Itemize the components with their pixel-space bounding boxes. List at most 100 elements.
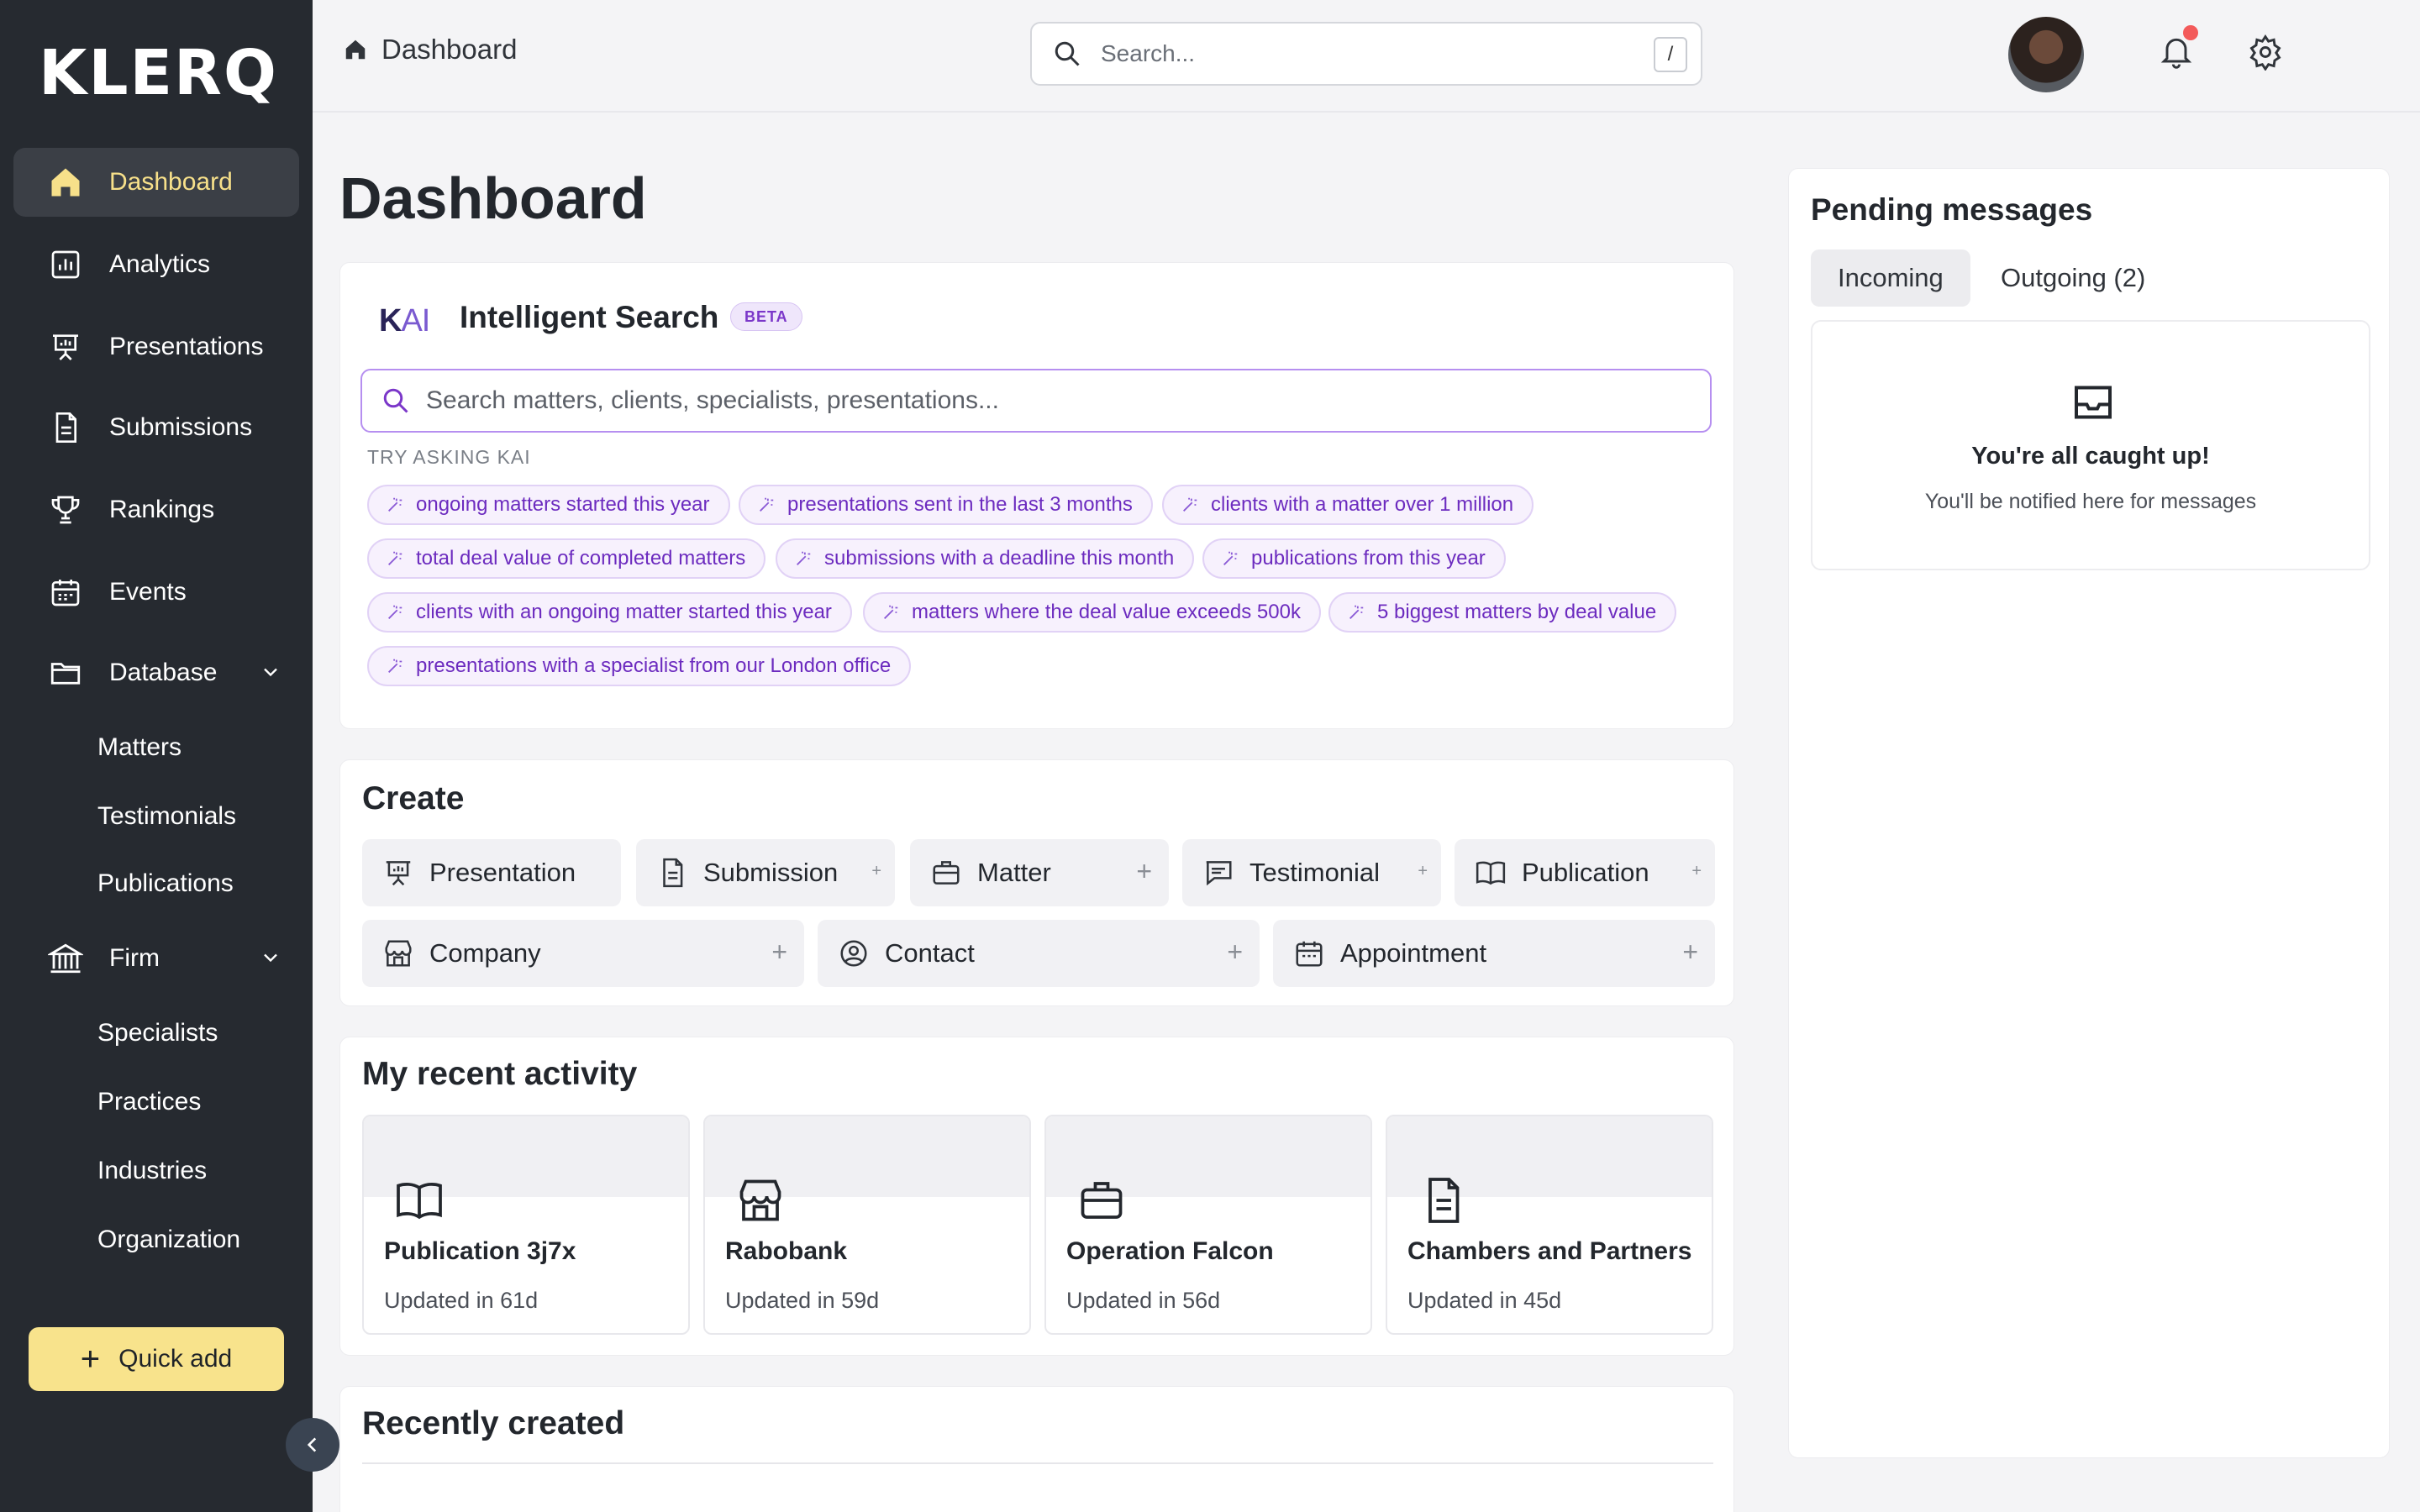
suggestion-chip[interactable]: publications from this year: [1202, 538, 1506, 579]
quick-add-button[interactable]: + Quick add: [29, 1327, 284, 1391]
recent-activity-card: My recent activity Publication 3j7x Upda…: [339, 1037, 1734, 1356]
activity-name: Operation Falcon: [1066, 1237, 1274, 1265]
sidebar-subitem-organization[interactable]: Organization: [97, 1215, 240, 1265]
store-icon: [382, 937, 414, 969]
activity-card[interactable]: Chambers and Partners Updated in 45d: [1386, 1115, 1713, 1335]
sidebar-subitem-matters[interactable]: Matters: [97, 722, 182, 773]
home-icon: [47, 164, 84, 201]
suggestion-chip[interactable]: total deal value of completed matters: [367, 538, 766, 579]
search-placeholder: Search...: [1101, 40, 1196, 66]
sidebar-subitem-practices[interactable]: Practices: [97, 1077, 201, 1127]
book-icon: [1475, 857, 1507, 889]
create-contact-button[interactable]: Contact +: [818, 920, 1260, 987]
suggestion-chip[interactable]: submissions with a deadline this month: [776, 538, 1195, 579]
try-asking-label: TRY ASKING KAI: [367, 446, 531, 468]
suggestion-chip[interactable]: clients with a matter over 1 million: [1162, 485, 1534, 525]
create-testimonial-button[interactable]: Testimonial +: [1182, 839, 1441, 906]
analytics-icon: [47, 246, 84, 283]
plus-icon: +: [1682, 937, 1698, 967]
divider: [362, 1462, 1713, 1464]
settings-button[interactable]: [2247, 34, 2284, 71]
calendar-icon: [1293, 937, 1325, 969]
tab-outgoing[interactable]: Outgoing (2): [1974, 249, 2172, 307]
search-icon: [381, 386, 411, 416]
magic-wand-icon: [794, 549, 813, 568]
collapse-sidebar-button[interactable]: [286, 1418, 339, 1472]
sidebar-item-events[interactable]: Events: [13, 558, 299, 627]
folder-icon: [47, 654, 84, 691]
pending-messages-title: Pending messages: [1811, 192, 2093, 227]
notification-dot: [2183, 25, 2198, 40]
beta-badge: BETA: [730, 302, 802, 331]
sidebar-item-database[interactable]: Database: [13, 638, 299, 707]
recent-activity-title: My recent activity: [362, 1056, 638, 1092]
activity-card[interactable]: Publication 3j7x Updated in 61d: [362, 1115, 690, 1335]
breadcrumb-current[interactable]: Dashboard: [381, 34, 517, 66]
suggestion-text: ongoing matters started this year: [416, 493, 710, 516]
create-button-label: Testimonial: [1249, 858, 1381, 887]
plus-icon: +: [80, 1341, 101, 1378]
suggestion-chip[interactable]: presentations with a specialist from our…: [367, 646, 912, 686]
breadcrumb: Dashboard: [343, 34, 517, 66]
keyboard-shortcut-badge: /: [1654, 37, 1687, 72]
create-company-button[interactable]: Company +: [362, 920, 804, 987]
plus-icon: +: [871, 862, 881, 880]
plus-icon: +: [1418, 862, 1428, 880]
recently-created-title: Recently created: [362, 1405, 625, 1441]
inbox-icon: [2068, 377, 2118, 428]
sidebar: KLERQ Dashboard Analytics Presentations …: [0, 0, 313, 1512]
sidebar-item-analytics[interactable]: Analytics: [13, 230, 299, 299]
create-publication-button[interactable]: Publication +: [1455, 839, 1715, 906]
activity-card[interactable]: Rabobank Updated in 59d: [703, 1115, 1031, 1335]
presentation-icon: [382, 857, 414, 889]
trophy-icon: [47, 491, 84, 528]
page-title: Dashboard: [339, 165, 647, 231]
magic-wand-icon: [1221, 549, 1239, 568]
create-presentation-button[interactable]: Presentation: [362, 839, 621, 906]
magic-wand-icon: [1347, 603, 1365, 622]
sidebar-subitem-industries[interactable]: Industries: [97, 1146, 207, 1196]
tab-incoming[interactable]: Incoming: [1811, 249, 1970, 307]
sidebar-subitem-specialists[interactable]: Specialists: [97, 1008, 218, 1058]
activity-name: Publication 3j7x: [384, 1237, 576, 1265]
create-submission-button[interactable]: Submission +: [636, 839, 895, 906]
suggestion-chip[interactable]: ongoing matters started this year: [367, 485, 730, 525]
suggestion-text: clients with an ongoing matter started t…: [416, 601, 832, 623]
chevron-down-icon[interactable]: [259, 946, 282, 969]
suggestion-text: 5 biggest matters by deal value: [1377, 601, 1657, 623]
empty-state-title: You're all caught up!: [1971, 443, 2210, 470]
quick-add-label: Quick add: [118, 1345, 233, 1373]
sidebar-item-presentations[interactable]: Presentations: [13, 312, 299, 381]
create-appointment-button[interactable]: Appointment +: [1273, 920, 1715, 987]
suggestion-chip[interactable]: matters where the deal value exceeds 500…: [863, 592, 1321, 633]
briefcase-icon: [930, 857, 962, 889]
sidebar-subitem-testimonials[interactable]: Testimonials: [97, 791, 236, 842]
chevron-down-icon[interactable]: [259, 660, 282, 684]
user-avatar[interactable]: [2008, 17, 2084, 92]
kai-search-placeholder: Search matters, clients, specialists, pr…: [426, 386, 999, 414]
empty-state-text: You'll be notified here for messages: [1924, 490, 2257, 513]
notifications-button[interactable]: [2158, 25, 2198, 71]
sidebar-item-rankings[interactable]: Rankings: [13, 475, 299, 544]
suggestion-chip[interactable]: presentations sent in the last 3 months: [739, 485, 1153, 525]
chevron-left-icon: [302, 1434, 324, 1456]
app-logo[interactable]: KLERQ: [39, 37, 278, 109]
suggestion-chip[interactable]: 5 biggest matters by deal value: [1328, 592, 1677, 633]
create-matter-button[interactable]: Matter +: [910, 839, 1169, 906]
activity-updated: Updated in 45d: [1407, 1288, 1562, 1313]
global-search-input[interactable]: Search... /: [1030, 22, 1702, 86]
suggestion-text: total deal value of completed matters: [416, 547, 746, 570]
sidebar-item-dashboard[interactable]: Dashboard: [13, 148, 299, 217]
activity-card[interactable]: Operation Falcon Updated in 56d: [1044, 1115, 1372, 1335]
sidebar-item-firm[interactable]: Firm: [13, 924, 299, 993]
recently-created-card: Recently created: [339, 1386, 1734, 1512]
sidebar-item-label: Firm: [109, 944, 160, 972]
suggestion-text: submissions with a deadline this month: [824, 547, 1175, 570]
sidebar-item-label: Events: [109, 578, 187, 606]
sidebar-item-submissions[interactable]: Submissions: [13, 393, 299, 462]
create-button-label: Appointment: [1340, 938, 1487, 968]
sidebar-subitem-publications[interactable]: Publications: [97, 858, 234, 909]
document-icon: [47, 409, 84, 446]
suggestion-chip[interactable]: clients with an ongoing matter started t…: [367, 592, 852, 633]
kai-search-input[interactable]: Search matters, clients, specialists, pr…: [360, 369, 1712, 433]
